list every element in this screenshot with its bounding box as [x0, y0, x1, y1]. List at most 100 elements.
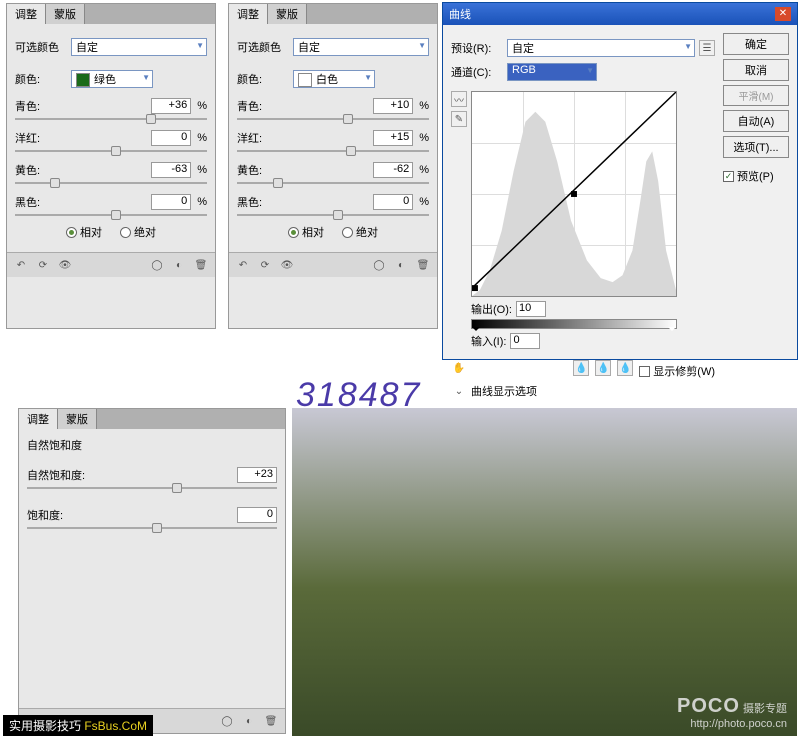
selective-color-panel-green: 调整 蒙版 可选颜色 自定 颜色: 绿色 青色:+36% 洋红:0% 黄色:-6…: [6, 3, 216, 329]
eyedropper-gray-icon[interactable]: 💧: [595, 360, 611, 376]
preset-select[interactable]: 自定: [293, 38, 429, 56]
magenta-slider[interactable]: [237, 150, 429, 152]
input-value[interactable]: 0: [510, 333, 540, 349]
output-label: 输出(O):: [471, 301, 512, 317]
magenta-value[interactable]: +15: [373, 130, 413, 146]
vibrance-label: 自然饱和度:: [27, 467, 237, 483]
yellow-label: 黄色:: [15, 162, 151, 178]
yellow-value[interactable]: -63: [151, 162, 191, 178]
trash-icon[interactable]: 🗑: [415, 257, 431, 273]
curve-tool-icon[interactable]: 〰: [451, 91, 467, 107]
color-label: 颜色:: [15, 71, 67, 87]
display-options-label[interactable]: 曲线显示选项: [471, 383, 537, 399]
tab-mask[interactable]: 蒙版: [46, 4, 85, 24]
yellow-slider[interactable]: [15, 182, 207, 184]
black-value[interactable]: 0: [373, 194, 413, 210]
output-value[interactable]: 10: [516, 301, 546, 317]
relative-radio[interactable]: 相对: [288, 224, 324, 240]
hand-icon[interactable]: ✋: [451, 360, 467, 376]
eyedropper-white-icon[interactable]: 💧: [617, 360, 633, 376]
slider-group: 青色:+36% 洋红:0% 黄色:-63% 黑色:0%: [15, 98, 207, 216]
saturation-label: 饱和度:: [27, 507, 237, 523]
eye-icon[interactable]: 👁: [57, 257, 73, 273]
cyan-slider[interactable]: [15, 118, 207, 120]
cyan-slider[interactable]: [237, 118, 429, 120]
black-value[interactable]: 0: [151, 194, 191, 210]
smooth-button[interactable]: 平滑(M): [723, 85, 789, 106]
panel-tabs: 调整 蒙版: [19, 409, 285, 429]
absolute-radio[interactable]: 绝对: [120, 224, 156, 240]
black-slider[interactable]: [15, 214, 207, 216]
circle-icon[interactable]: ◯: [219, 713, 235, 729]
tab-adjust[interactable]: 调整: [229, 4, 268, 24]
auto-button[interactable]: 自动(A): [723, 110, 789, 132]
ok-button[interactable]: 确定: [723, 33, 789, 55]
color-select[interactable]: 白色: [293, 70, 375, 88]
close-icon[interactable]: ✕: [775, 7, 791, 21]
preset-select[interactable]: 自定: [71, 38, 207, 56]
trash-icon[interactable]: 🗑: [193, 257, 209, 273]
panel-title: 自然饱和度: [27, 437, 277, 453]
preview-checkbox[interactable]: 预览(P): [723, 168, 789, 184]
back-icon[interactable]: ↶: [13, 257, 29, 273]
saturation-slider[interactable]: [27, 527, 277, 529]
clip-icon[interactable]: ◐: [171, 257, 187, 273]
saturation-value[interactable]: 0: [237, 507, 277, 523]
title-label: 可选颜色: [15, 39, 67, 55]
cancel-button[interactable]: 取消: [723, 59, 789, 81]
tab-adjust[interactable]: 调整: [7, 4, 46, 24]
color-swatch-icon: [76, 73, 90, 87]
trash-icon[interactable]: 🗑: [263, 713, 279, 729]
poco-watermark: POCO 摄影专题 http://photo.poco.cn: [677, 695, 787, 730]
eyedropper-black-icon[interactable]: 💧: [573, 360, 589, 376]
back-icon[interactable]: ↶: [235, 257, 251, 273]
cyan-value[interactable]: +36: [151, 98, 191, 114]
magenta-label: 洋红:: [15, 130, 151, 146]
eye-icon[interactable]: 👁: [279, 257, 295, 273]
menu-icon[interactable]: ☰: [699, 40, 715, 56]
circle-icon[interactable]: ◯: [149, 257, 165, 273]
tab-mask[interactable]: 蒙版: [268, 4, 307, 24]
options-button[interactable]: 选项(T)...: [723, 136, 789, 158]
preset-select[interactable]: 自定: [507, 39, 695, 57]
preset-label: 预设(R):: [451, 40, 503, 56]
panel-tabs: 调整 蒙版: [229, 4, 437, 24]
magenta-value[interactable]: 0: [151, 130, 191, 146]
result-photo: POCO 摄影专题 http://photo.poco.cn: [292, 408, 797, 736]
vibrance-value[interactable]: +23: [237, 467, 277, 483]
output-gradient[interactable]: [471, 319, 677, 329]
circle-icon[interactable]: ◯: [371, 257, 387, 273]
title-label: 可选颜色: [237, 39, 289, 55]
input-label: 输入(I):: [471, 333, 506, 349]
tab-mask[interactable]: 蒙版: [58, 409, 97, 429]
cyan-value[interactable]: +10: [373, 98, 413, 114]
curves-dialog: 曲线 ✕ 预设(R): 自定 ☰ 通道(C): RGB 〰 ✎: [442, 2, 798, 360]
channel-select[interactable]: RGB: [507, 63, 597, 81]
panel-footer: ↶ ⟳ 👁 ◯ ◐ 🗑: [229, 252, 437, 277]
vibrance-slider[interactable]: [27, 487, 277, 489]
curves-chart[interactable]: [471, 91, 677, 297]
reset-icon[interactable]: ⟳: [35, 257, 51, 273]
yellow-slider[interactable]: [237, 182, 429, 184]
expand-icon[interactable]: ⌄: [451, 383, 467, 399]
tab-adjust[interactable]: 调整: [19, 409, 58, 429]
show-clipping-checkbox[interactable]: 显示修剪(W): [639, 363, 715, 379]
dialog-titlebar[interactable]: 曲线 ✕: [443, 3, 797, 25]
black-slider[interactable]: [237, 214, 429, 216]
reset-icon[interactable]: ⟳: [257, 257, 273, 273]
magenta-slider[interactable]: [15, 150, 207, 152]
color-select[interactable]: 绿色: [71, 70, 153, 88]
panel-footer: ↶ ⟳ 👁 ◯ ◐ 🗑: [7, 252, 215, 277]
pencil-tool-icon[interactable]: ✎: [451, 111, 467, 127]
yellow-value[interactable]: -62: [373, 162, 413, 178]
cyan-label: 青色:: [15, 98, 151, 114]
absolute-radio[interactable]: 绝对: [342, 224, 378, 240]
clip-icon[interactable]: ◐: [241, 713, 257, 729]
clip-icon[interactable]: ◐: [393, 257, 409, 273]
black-label: 黑色:: [15, 194, 151, 210]
vibrance-panel: 调整 蒙版 自然饱和度 自然饱和度:+23 饱和度:0 ↶ ⟳ 👁 ◯ ◐ 🗑: [18, 408, 286, 734]
color-swatch-icon: [298, 73, 312, 87]
color-label: 颜色:: [237, 71, 289, 87]
selective-color-panel-white: 调整 蒙版 可选颜色 自定 颜色: 白色 青色:+10% 洋红:+15% 黄色:…: [228, 3, 438, 329]
relative-radio[interactable]: 相对: [66, 224, 102, 240]
